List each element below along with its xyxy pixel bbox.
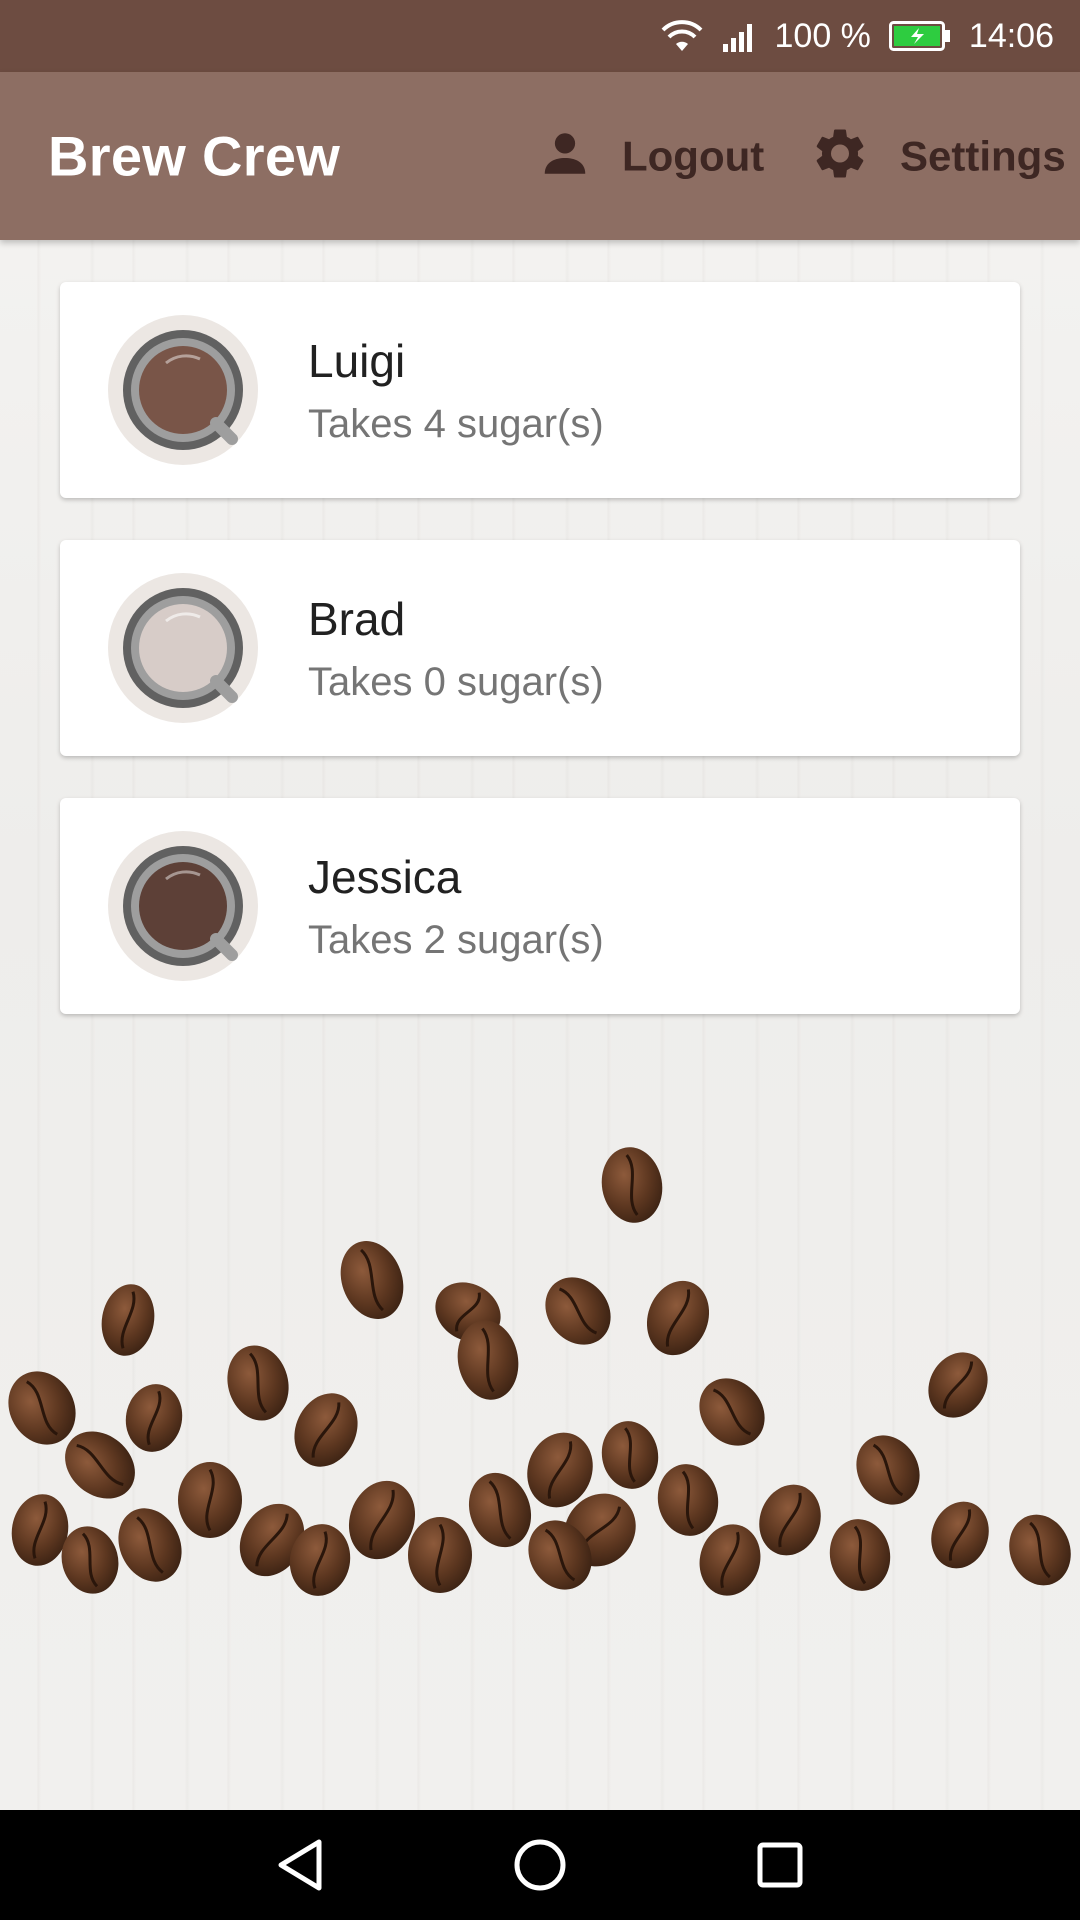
coffee-bean [657,1464,719,1536]
coffee-bean [227,1345,289,1421]
brew-name: Luigi [308,334,406,387]
list-item[interactable]: Brad Takes 0 sugar(s) [60,540,1020,756]
coffee-bean [759,1484,821,1556]
logout-button[interactable]: Logout [538,127,764,186]
brew-list: Luigi Takes 4 sugar(s) Brad Takes 0 suga… [60,282,1020,1014]
person-icon [538,127,592,186]
brew-sugars: Takes 4 sugar(s) [308,401,604,446]
battery-charging-icon [888,21,951,51]
app-title: Brew Crew [48,124,341,188]
coffee-bean [125,1384,183,1452]
list-item[interactable]: Luigi Takes 4 sugar(s) [60,282,1020,498]
settings-button[interactable]: Settings [810,124,1066,189]
coffee-bean [856,1435,920,1505]
coffee-bean [928,1352,988,1418]
coffee-bean [646,1280,710,1356]
coffee-bean [699,1378,765,1446]
brew-name: Jessica [308,850,462,903]
back-button[interactable] [255,1820,345,1910]
cell-signal-icon [721,20,757,52]
coffee-bean [931,1501,989,1569]
coffee-cup-avatar [108,315,258,465]
gear-icon [810,124,870,189]
coffee-bean [1009,1514,1071,1586]
status-bar: 100 % 14:06 [0,0,1080,72]
back-icon [278,1839,322,1891]
coffee-bean [294,1393,358,1467]
coffee-cup-avatar [108,831,258,981]
settings-label: Settings [900,132,1066,179]
home-icon [514,1839,566,1891]
coffee-bean [101,1284,155,1356]
wifi-icon [661,19,703,53]
brew-sugars: Takes 2 sugar(s) [308,917,604,962]
coffee-bean [408,1517,472,1593]
system-nav-bar [0,1810,1080,1920]
coffee-bean [340,1241,404,1319]
list-item[interactable]: Jessica Takes 2 sugar(s) [60,798,1020,1014]
coffee-cup-avatar [108,573,258,723]
home-button[interactable] [495,1820,585,1910]
clock: 14:06 [968,16,1054,55]
coffee-bean [545,1277,611,1345]
recents-button[interactable] [735,1820,825,1910]
battery-percent: 100 % [774,16,871,55]
brew-name: Brad [308,592,406,645]
coffee-bean [178,1462,242,1538]
coffee-bean [601,1421,659,1489]
coffee-bean [829,1519,891,1591]
brew-sugars: Takes 0 sugar(s) [308,659,604,704]
coffee-bean [601,1147,663,1223]
logout-label: Logout [622,132,765,179]
recents-icon [757,1842,803,1888]
app-bar: Brew Crew Logout Settings [0,72,1080,240]
